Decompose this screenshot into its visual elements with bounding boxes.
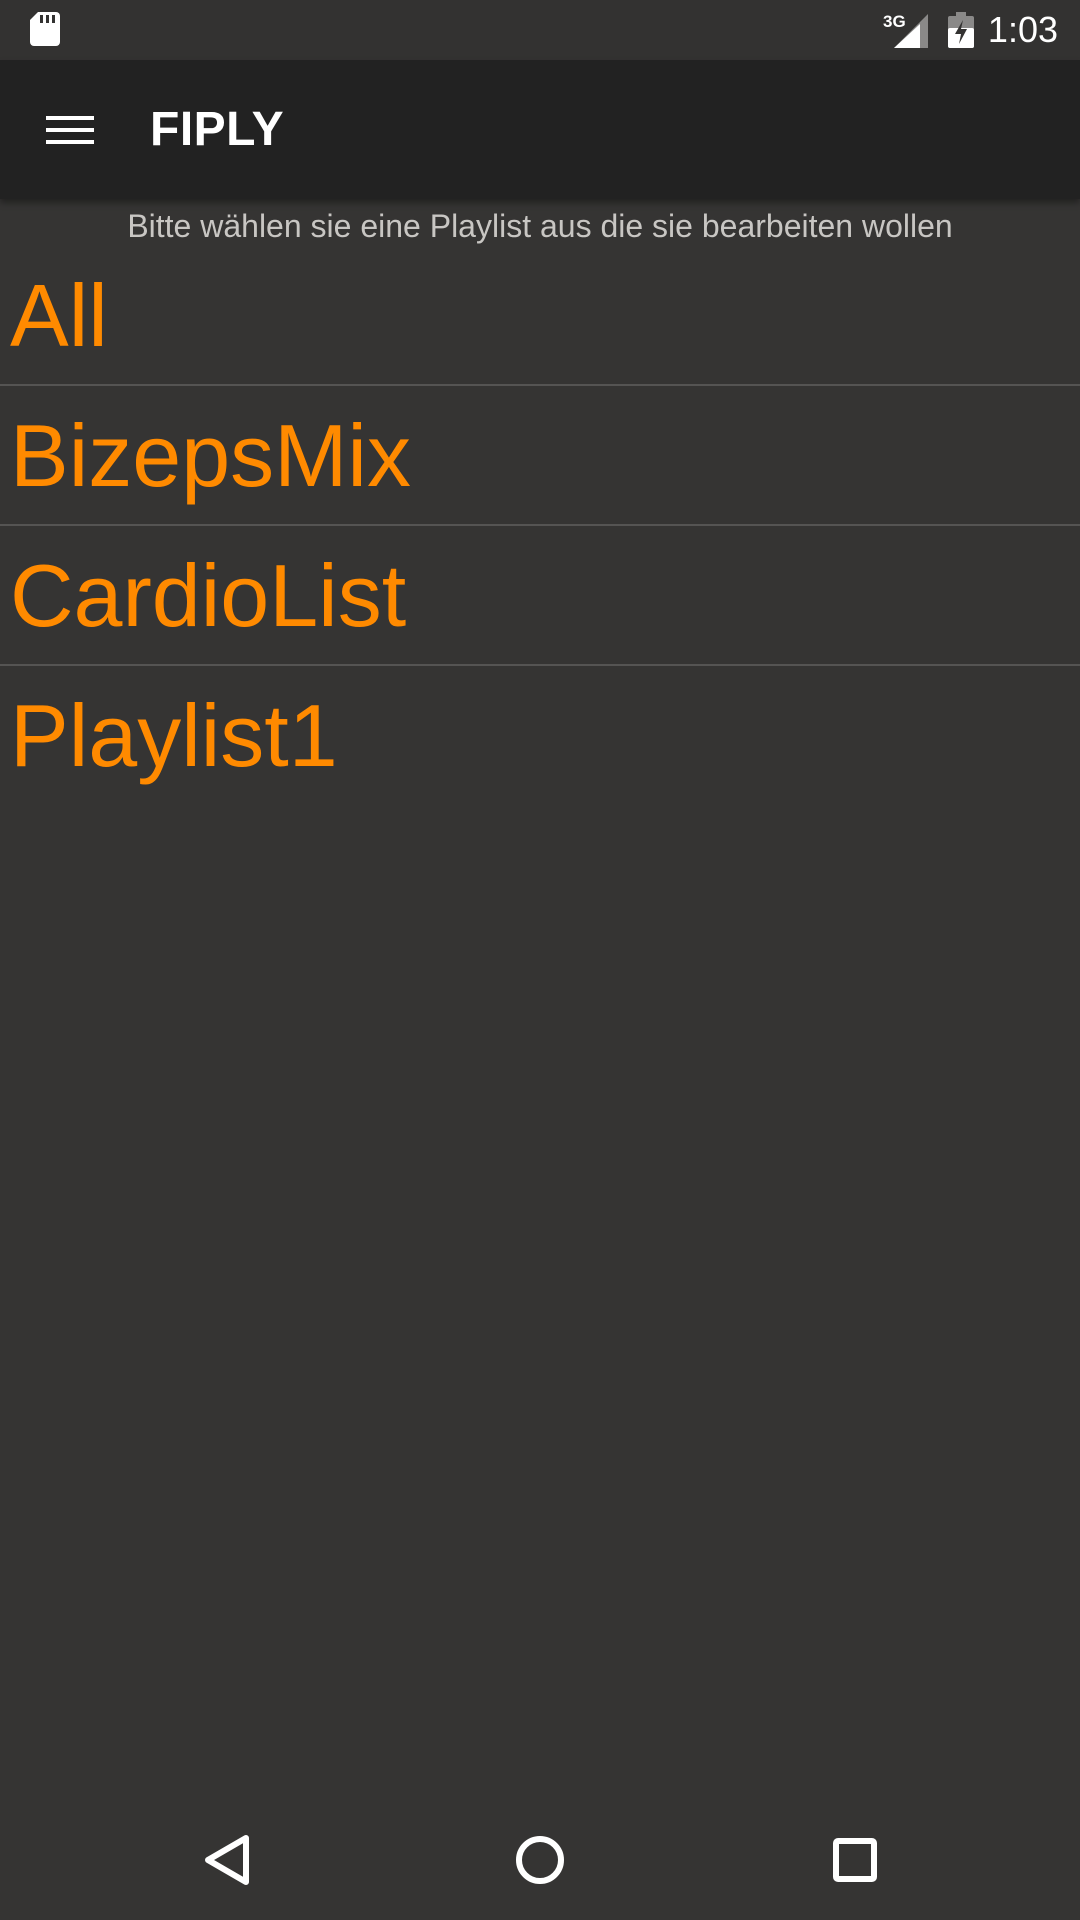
playlist-label: CardioList [10,546,407,645]
home-icon[interactable] [500,1820,580,1900]
playlist-item-playlist1[interactable]: Playlist1 [0,666,1080,804]
navigation-bar [0,1800,1080,1920]
playlist-label: Playlist1 [10,686,338,785]
battery-charging-icon [948,12,974,48]
playlist-label: BizepsMix [10,406,411,505]
playlist-item-bizepsmix[interactable]: BizepsMix [0,386,1080,526]
playlist-item-all[interactable]: All [0,246,1080,386]
back-icon[interactable] [186,1820,266,1900]
playlist-label: All [10,266,108,365]
playlist-item-cardiolist[interactable]: CardioList [0,526,1080,666]
app-bar: FIPLY [0,60,1080,199]
app-title: FIPLY [150,103,285,156]
status-bar: 3G 1:03 [0,0,1080,60]
sd-card-icon [30,12,60,46]
playlist-list: All BizepsMix CardioList Playlist1 [0,246,1080,804]
screen: 3G 1:03 FIPLY Bitte wählen sie eine Play… [0,0,1080,1920]
status-time: 1:03 [987,9,1058,50]
instruction-text: Bitte wählen sie eine Playlist aus die s… [127,208,953,244]
hamburger-menu-icon[interactable] [40,110,100,150]
recent-apps-icon[interactable] [815,1820,895,1900]
cell-signal-icon [894,14,928,48]
